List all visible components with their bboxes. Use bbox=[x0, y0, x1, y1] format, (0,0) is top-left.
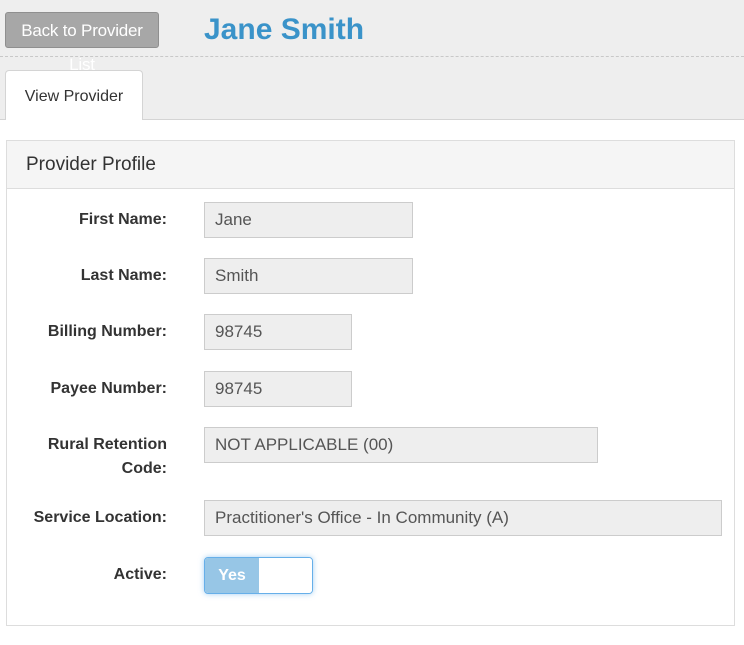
rural-retention-label-line2: Code: bbox=[121, 460, 167, 477]
rural-retention-code-field: NOT APPLICABLE (00) bbox=[204, 427, 598, 463]
active-toggle-on-label: Yes bbox=[205, 558, 259, 593]
first-name-field: Jane bbox=[204, 202, 413, 238]
active-toggle[interactable]: Yes bbox=[204, 557, 313, 594]
tab-view-provider[interactable]: View Provider bbox=[5, 70, 143, 120]
page-header: Back to Provider List Jane Smith View Pr… bbox=[0, 0, 744, 120]
panel-title: Provider Profile bbox=[26, 154, 156, 175]
active-toggle-handle[interactable] bbox=[259, 558, 312, 593]
service-location-label: Service Location: bbox=[33, 509, 167, 526]
active-label: Active: bbox=[113, 566, 167, 583]
billing-number-label: Billing Number: bbox=[47, 323, 167, 340]
rural-retention-label-line1: Rural Retention bbox=[47, 436, 167, 453]
panel-header: Provider Profile bbox=[7, 141, 734, 189]
billing-number-field: 98745 bbox=[204, 314, 352, 350]
last-name-field: Smith bbox=[204, 258, 413, 294]
payee-number-field: 98745 bbox=[204, 371, 352, 407]
first-name-label: First Name: bbox=[78, 211, 167, 228]
service-location-field: Practitioner's Office - In Community (A) bbox=[204, 500, 722, 536]
provider-profile-panel: Provider Profile First Name: Jane Last N… bbox=[6, 140, 735, 626]
title-divider bbox=[0, 56, 744, 57]
payee-number-label: Payee Number: bbox=[50, 380, 168, 397]
back-to-provider-list-button[interactable]: Back to Provider List bbox=[5, 12, 159, 74]
last-name-label: Last Name: bbox=[80, 267, 167, 284]
page-title: Jane Smith bbox=[204, 13, 365, 46]
